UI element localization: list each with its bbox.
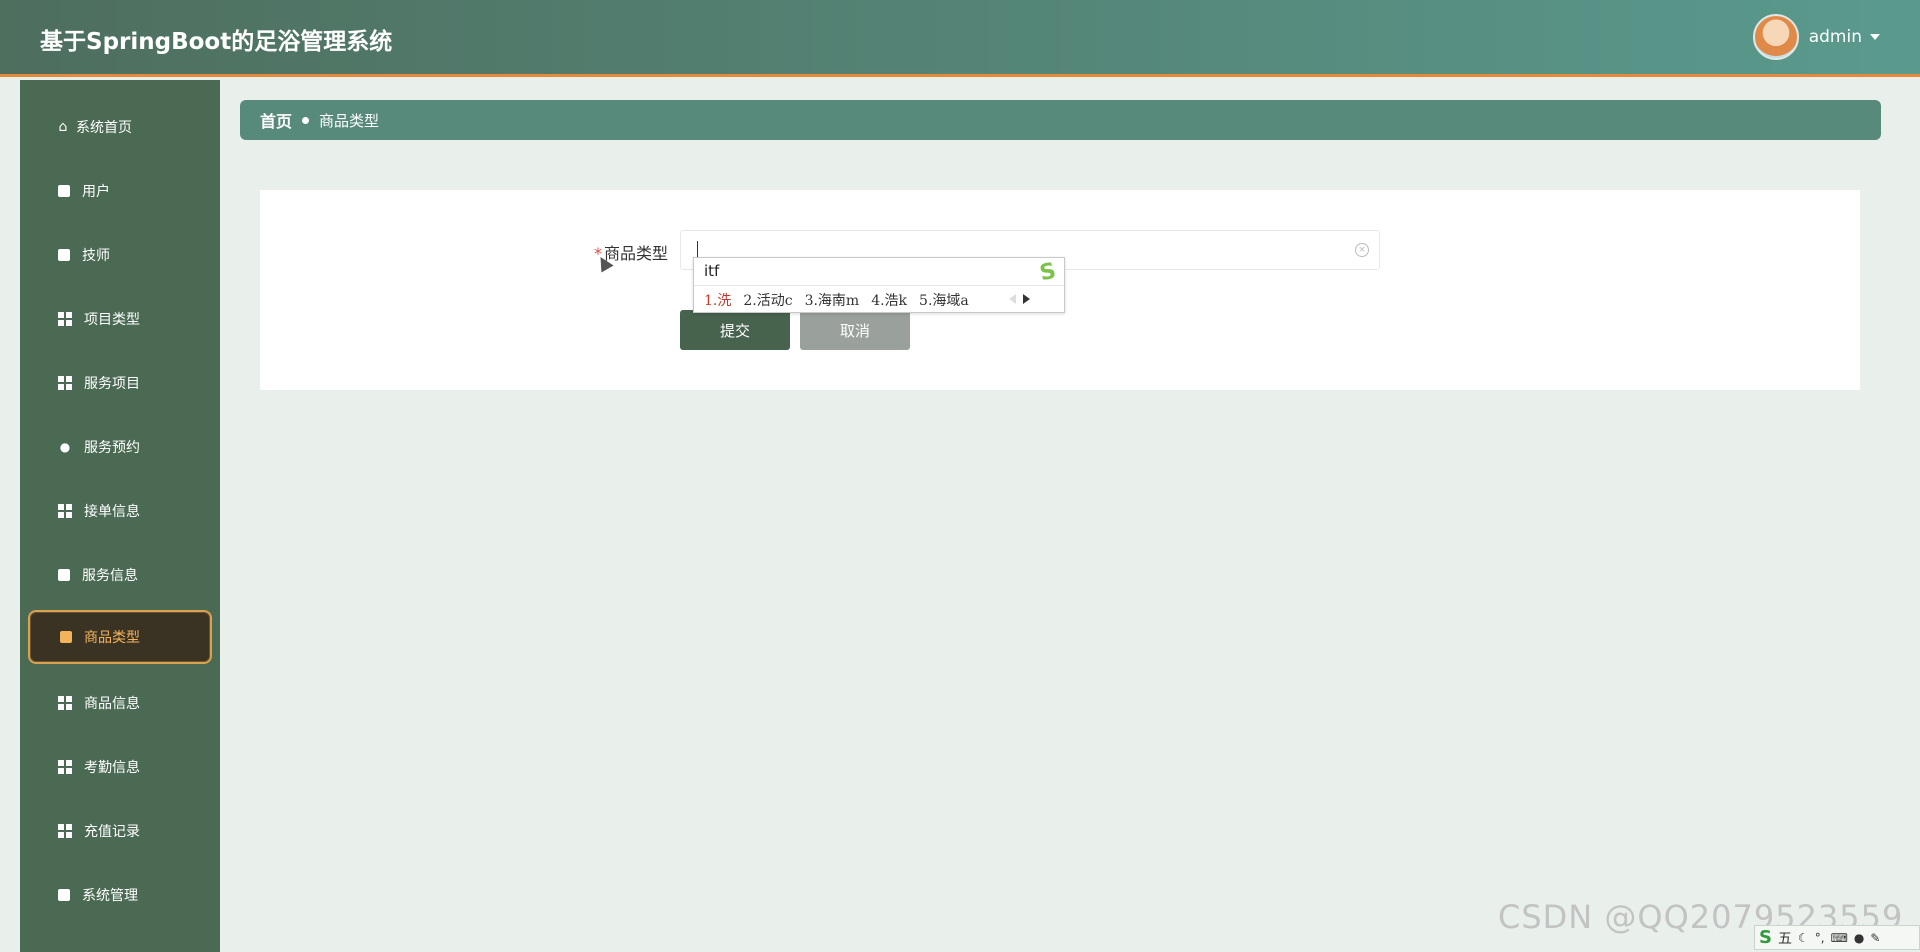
sogou-logo-icon[interactable]: S — [1759, 927, 1772, 948]
grid-icon — [58, 312, 72, 326]
sidebar-item-service-projects[interactable]: 服务项目 — [28, 356, 212, 410]
sidebar-item-recharge[interactable]: 充值记录 — [28, 804, 212, 858]
sidebar-item-product-info[interactable]: 商品信息 — [28, 676, 212, 730]
cancel-button[interactable]: 取消 — [800, 310, 910, 350]
ime-candidate[interactable]: 3.海南m — [805, 290, 860, 310]
chat-icon — [58, 185, 70, 197]
sidebar-item-label: 充值记录 — [84, 824, 140, 840]
sidebar-item-label: 服务预约 — [84, 440, 140, 456]
breadcrumb-home[interactable]: 首页 — [260, 108, 292, 132]
dot-icon — [302, 116, 310, 124]
chevron-down-icon[interactable] — [1870, 34, 1880, 40]
app-title: 基于SpringBoot的足浴管理系统 — [40, 29, 393, 55]
grid-icon — [58, 696, 72, 710]
sidebar-item-attendance[interactable]: 考勤信息 — [28, 740, 212, 794]
sidebar-item-label: 考勤信息 — [84, 760, 140, 776]
grid-icon — [58, 504, 72, 518]
breadcrumb-current: 商品类型 — [319, 111, 380, 130]
wrench-icon[interactable]: ✎ — [1870, 931, 1880, 945]
ime-candidates: 1.洗 2.活动c 3.海南m 4.浩k 5.海域a — [704, 290, 969, 310]
keyboard-icon[interactable]: ⌨ — [1831, 931, 1848, 945]
sidebar-item-label: 商品类型 — [84, 630, 140, 646]
box-icon — [60, 631, 72, 643]
sidebar-item-product-types[interactable]: 商品类型 — [28, 610, 212, 664]
sidebar-item-service-booking[interactable]: ● 服务预约 — [28, 420, 212, 474]
moon-icon[interactable]: ☾ — [1798, 931, 1809, 945]
field-label-text: 商品类型 — [604, 244, 669, 263]
thumb-icon — [58, 889, 70, 901]
clear-icon[interactable]: × — [1355, 243, 1369, 257]
ime-candidate[interactable]: 1.洗 — [704, 290, 731, 310]
sidebar-item-label: 系统首页 — [76, 120, 132, 136]
next-page-icon[interactable] — [1023, 294, 1030, 304]
sidebar-item-order-info[interactable]: 接单信息 — [28, 484, 212, 538]
sidebar-item-label: 服务项目 — [84, 376, 140, 392]
grid-icon — [58, 824, 72, 838]
top-header: 基于SpringBoot的足浴管理系统 admin — [0, 0, 1920, 77]
username-label[interactable]: admin — [1809, 27, 1862, 47]
sidebar-item-project-types[interactable]: 项目类型 — [28, 292, 212, 346]
sidebar-item-system[interactable]: 系统管理 — [28, 868, 212, 922]
sogou-logo-icon: S — [1037, 258, 1059, 287]
sidebar-item-home[interactable]: ⌂ 系统首页 — [28, 100, 212, 154]
grid-icon — [58, 376, 72, 390]
sidebar-item-label: 系统管理 — [82, 888, 138, 904]
ime-mode[interactable]: 五 — [1778, 928, 1792, 948]
ime-candidate[interactable]: 2.活动c — [743, 290, 792, 310]
user-menu[interactable]: admin — [1752, 14, 1880, 60]
grid-icon — [58, 760, 72, 774]
sidebar-item-label: 接单信息 — [84, 504, 140, 520]
ime-candidate[interactable]: 4.浩k — [871, 290, 907, 310]
ime-divider — [694, 285, 1064, 286]
ime-candidate-popup: itf S 1.洗 2.活动c 3.海南m 4.浩k 5.海域a — [693, 257, 1065, 313]
punctuation-icon[interactable]: °, — [1815, 931, 1825, 945]
bulb-icon: ● — [59, 440, 71, 454]
sidebar-item-technicians[interactable]: 技师 — [28, 228, 212, 282]
prev-page-icon[interactable] — [1009, 294, 1016, 304]
ime-composition: itf — [704, 262, 720, 280]
sidebar-item-label: 商品信息 — [84, 696, 140, 712]
ime-candidate[interactable]: 5.海域a — [919, 290, 969, 310]
person-icon[interactable]: ● — [1854, 931, 1864, 945]
sidebar-item-label: 服务信息 — [82, 568, 138, 584]
sidebar-item-label: 用户 — [82, 184, 110, 200]
sidebar-item-service-info[interactable]: 服务信息 — [28, 548, 212, 602]
clipboard-icon — [58, 569, 70, 581]
ime-toolbar: S 五 ☾ °, ⌨ ● ✎ — [1754, 925, 1920, 950]
sidebar-item-users[interactable]: 用户 — [28, 164, 212, 218]
home-icon: ⌂ — [58, 119, 68, 135]
submit-button[interactable]: 提交 — [680, 310, 790, 350]
breadcrumb: 首页 商品类型 — [240, 100, 1881, 140]
briefcase-icon — [58, 249, 70, 261]
sidebar-item-label: 技师 — [82, 248, 110, 264]
avatar[interactable] — [1752, 14, 1799, 60]
sidebar: ⌂ 系统首页 用户 技师 项目类型 服务项目 ● 服务预约 接单信息 服务信息 … — [20, 80, 220, 952]
sidebar-item-label: 项目类型 — [84, 312, 140, 328]
